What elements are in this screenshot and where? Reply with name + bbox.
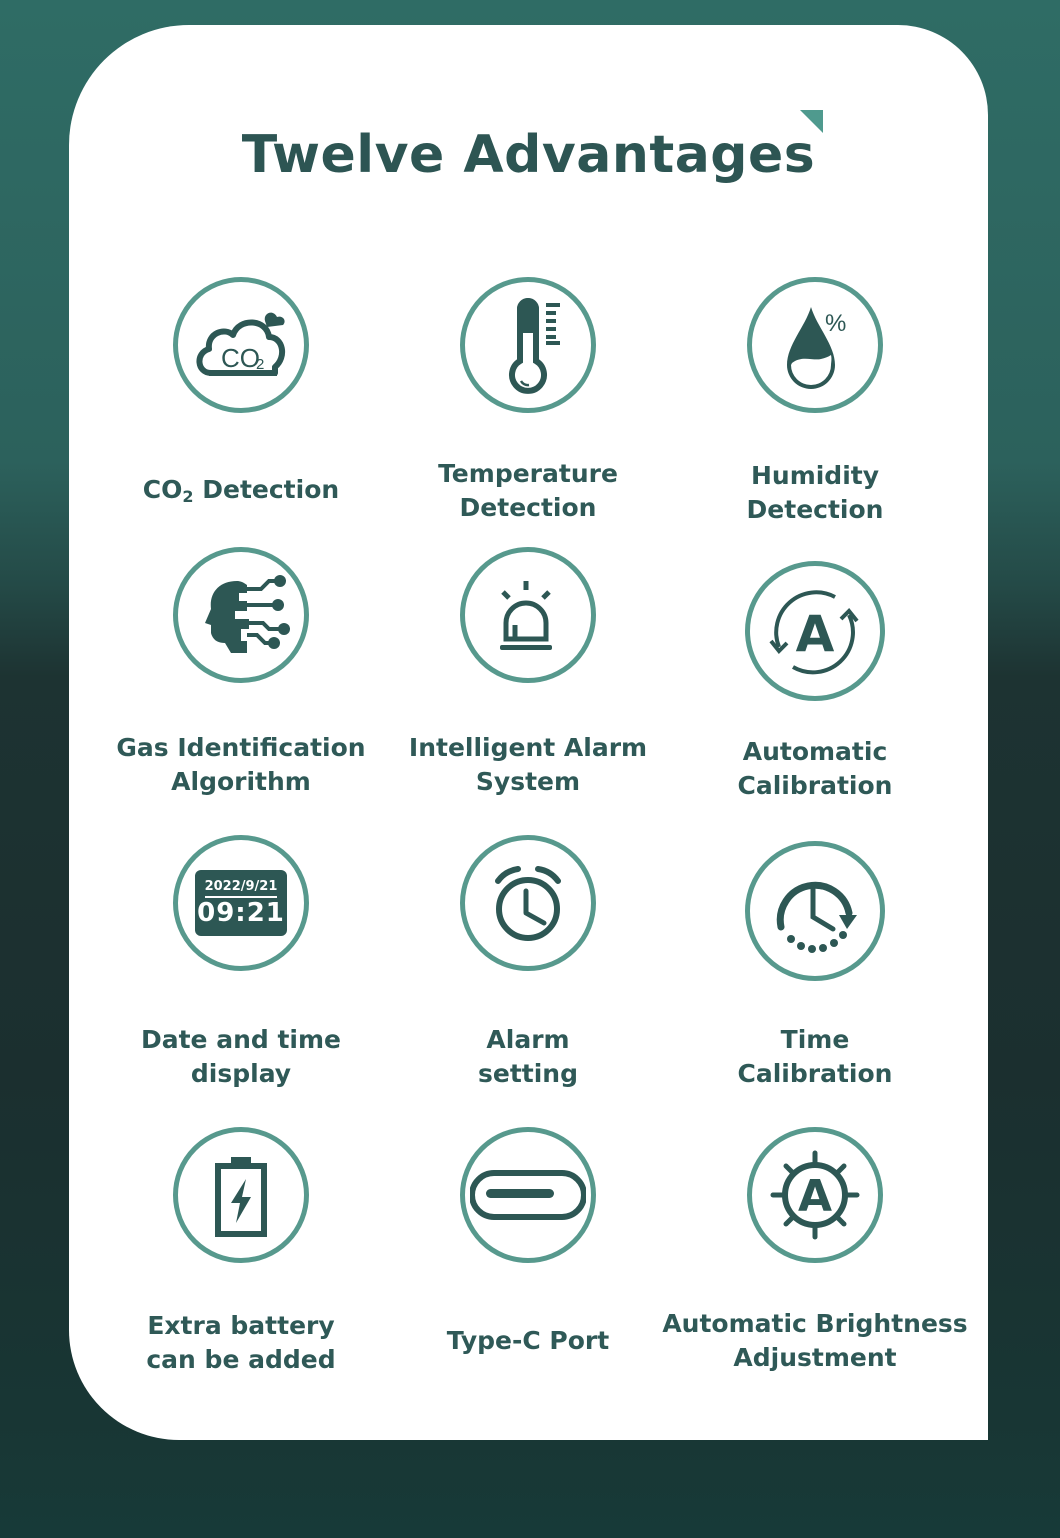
alarm-beacon-icon [460,547,596,683]
alarm-clock-icon [460,835,596,971]
feature-label: Alarm setting [388,1023,668,1091]
label-line-2: Adjustment [733,1343,897,1372]
time-calibration-icon [745,841,885,981]
label-line-2: Detection [459,493,597,522]
date-time-display-icon: 2022/9/21 09:21 [173,835,309,971]
date-text: 2022/9/21 [204,879,278,898]
letter-a-glyph: A [796,605,835,663]
auto-calibration-icon: A [745,561,885,701]
label-line-2: Detection [746,495,884,524]
feature-label: Automatic Brightness Adjustment [655,1307,975,1375]
feature-label: Intelligent Alarm System [388,731,668,799]
time-text: 09:21 [197,897,285,928]
feature-label: Date and time display [101,1023,381,1091]
usb-type-c-icon [460,1127,596,1263]
label-line-1: Date and time [140,1025,342,1054]
label-line-1: Automatic Brightness [662,1309,968,1338]
co2-cloud-icon: CO 2 [173,277,309,413]
page-title: Twelve Advantages [241,125,816,185]
label-line-1: Gas Identification [116,733,366,762]
label-line-1: Humidity [750,461,880,490]
label-line-1: Extra battery [147,1311,335,1340]
label-line-1: Time [780,1025,850,1054]
label-line-2: System [475,767,581,796]
advantages-card: Twelve Advantages CO 2 CO2 Detection Tem… [69,25,988,1440]
label-line-1: Type-C Port [446,1326,610,1355]
label-line-1: Intelligent Alarm [408,733,648,762]
feature-label: Type-C Port [388,1324,668,1358]
ai-head-circuit-icon [173,547,309,683]
date-time-screen: 2022/9/21 09:21 [195,870,287,936]
corner-triangle-decoration [800,110,823,133]
label-line-1: Automatic [742,737,888,766]
percent-glyph: % [825,310,846,337]
label-line-2: Algorithm [171,767,311,796]
thermometer-icon [460,277,596,413]
label-line-2: Calibration [737,771,893,800]
co2-icon-subscript: 2 [256,356,264,373]
feature-label: Humidity Detection [675,459,955,527]
feature-label: Extra battery can be added [101,1309,381,1377]
label-co: CO [142,475,183,504]
feature-label: CO2 Detection [101,473,381,514]
label-line-2: display [190,1059,292,1088]
label-rest: Detection [193,475,340,504]
auto-brightness-icon: A [747,1127,883,1263]
label-line-2: Calibration [737,1059,893,1088]
label-line-1: Alarm [486,1025,570,1054]
feature-label: Time Calibration [675,1023,955,1091]
co2-icon-text: CO [221,343,260,373]
label-line-2: can be added [146,1345,336,1374]
humidity-drop-icon: % [747,277,883,413]
battery-charging-icon [173,1127,309,1263]
letter-a-glyph: A [798,1171,832,1222]
feature-label: Gas Identification Algorithm [101,731,381,799]
feature-label: Automatic Calibration [675,735,955,803]
label-line-1: Temperature [438,459,618,488]
label-line-2: setting [478,1059,578,1088]
label-sub-2: 2 [182,487,194,506]
feature-label: Temperature Detection [388,457,668,525]
